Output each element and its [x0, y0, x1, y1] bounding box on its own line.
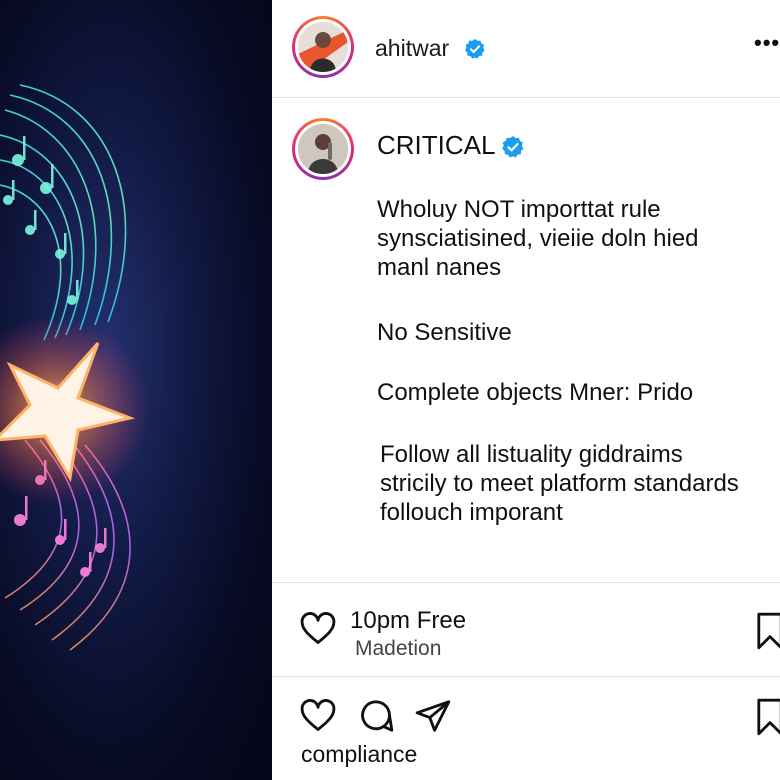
- heart-icon[interactable]: [299, 697, 337, 735]
- divider: [272, 676, 780, 677]
- comment-icon[interactable]: [357, 697, 395, 735]
- caption-line: synsciatisined, vieiie doln hied: [377, 225, 699, 252]
- caption-paragraph-1: Wholuy NOT importtat rule synsciatisined…: [377, 195, 699, 282]
- username[interactable]: ahitwar: [375, 35, 449, 62]
- bookmark-icon[interactable]: [756, 698, 780, 736]
- caption-profile-photo: [298, 124, 348, 174]
- caption-paragraph-3: Complete objects Mner: Prido: [377, 379, 694, 406]
- likes-title[interactable]: 10pm Free: [350, 607, 466, 635]
- caption-paragraph-4: Follow all listuality giddraims stricily…: [380, 440, 739, 527]
- divider: [272, 582, 780, 583]
- likes-subtitle: Madetion: [355, 637, 442, 660]
- caption-line: follouch imporant: [380, 499, 563, 526]
- verified-badge-icon: [465, 38, 485, 59]
- profile-photo: [298, 22, 348, 72]
- post-panel: ahitwar ••• CRITICAL Wholuy NOT importta…: [272, 0, 780, 780]
- caption-line: Follow all listuality giddraims: [380, 441, 683, 468]
- bookmark-icon[interactable]: [756, 612, 780, 650]
- avatar[interactable]: [292, 16, 354, 78]
- post-image[interactable]: [0, 0, 272, 780]
- caption-line: stricily to meet platform standards: [380, 470, 739, 497]
- caption-author[interactable]: CRITICAL: [377, 130, 495, 161]
- post-header: ahitwar •••: [272, 0, 780, 98]
- caption-paragraph-2: No Sensitive: [377, 319, 512, 346]
- caption-line: Wholuy NOT importtat rule: [377, 196, 661, 223]
- music-star-artwork: [0, 84, 150, 651]
- send-icon[interactable]: [414, 697, 452, 735]
- verified-badge-icon: [502, 136, 524, 158]
- caption-avatar[interactable]: [292, 118, 354, 180]
- caption-line: manl nanes: [377, 254, 502, 281]
- more-options-icon[interactable]: •••: [754, 30, 780, 56]
- footer-label: compliance: [301, 741, 418, 767]
- heart-icon[interactable]: [299, 610, 337, 648]
